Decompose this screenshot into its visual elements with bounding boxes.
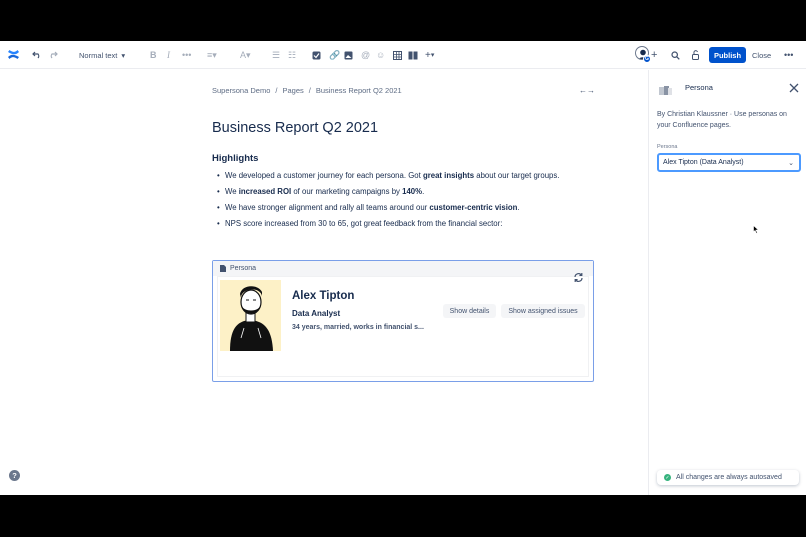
invite-plus-icon[interactable]: + (651, 47, 657, 63)
image-icon[interactable] (344, 47, 353, 63)
panel-title: Persona (685, 83, 713, 92)
persona-select-value: Alex Tipton (Data Analyst) (663, 159, 744, 166)
close-button[interactable]: Close (752, 47, 771, 63)
list-item[interactable]: We developed a customer journey for each… (217, 170, 559, 186)
breadcrumb-pages[interactable]: Pages (282, 86, 303, 95)
numbered-list-icon[interactable]: ☷ (288, 47, 296, 63)
document-icon (220, 265, 226, 272)
redo-icon[interactable] (48, 47, 58, 63)
list-item-text: NPS score increased from 30 to 65, got g… (225, 219, 503, 228)
chevron-down-icon: ▾ (121, 50, 126, 60)
chevron-down-icon: ⌄ (788, 160, 794, 167)
italic-icon[interactable]: I (167, 47, 170, 63)
undo-icon[interactable] (32, 47, 42, 63)
breadcrumb-separator: / (308, 86, 311, 95)
mouse-cursor-icon (753, 221, 760, 239)
editor-toolbar: Normal text ▾ B I ••• ≡▾ A▾ ☰ ☷ 🔗 @ ☺ + ▾… (0, 41, 806, 69)
text-color-icon[interactable]: A▾ (240, 47, 251, 63)
list-item-text: . (517, 203, 520, 212)
list-item-text: . (422, 187, 425, 196)
list-item-text: about our target groups. (474, 171, 560, 180)
list-item[interactable]: We increased ROI of our marketing campai… (217, 186, 559, 202)
persona-side-panel: Persona By Christian Klaussner · Use per… (648, 70, 806, 495)
highlights-list[interactable]: We developed a customer journey for each… (217, 170, 559, 234)
persona-select[interactable]: Alex Tipton (Data Analyst) ⌄ (657, 153, 801, 172)
emoji-icon[interactable]: ☺ (376, 47, 385, 63)
avatar-badge: G (643, 55, 651, 63)
list-item-bold: customer-centric vision (429, 203, 518, 212)
layouts-icon[interactable] (408, 47, 418, 63)
persona-field-label: Persona (657, 144, 678, 150)
panel-description: By Christian Klaussner · Use personas on… (657, 111, 787, 129)
list-item[interactable]: We have stronger alignment and rally all… (217, 202, 559, 218)
list-item-text: of our marketing campaigns by (291, 187, 403, 196)
bold-icon[interactable]: B (150, 47, 157, 63)
show-details-button[interactable]: Show details (443, 304, 496, 318)
autosave-status: ✓ All changes are always autosaved (657, 470, 799, 485)
macro-header: Persona (213, 261, 593, 276)
show-assigned-issues-button[interactable]: Show assigned issues (501, 304, 585, 318)
publish-button[interactable]: Publish (709, 47, 746, 63)
bullet-list-icon[interactable]: ☰ (272, 47, 280, 63)
breadcrumb-separator: / (275, 86, 278, 95)
section-heading[interactable]: Highlights (212, 153, 258, 164)
persona-portrait (220, 280, 281, 351)
list-item-bold: increased ROI (238, 187, 292, 196)
refresh-icon[interactable] (573, 270, 584, 282)
check-circle-icon: ✓ (664, 474, 671, 481)
persona-app-icon (659, 83, 673, 95)
breadcrumb: Supersona Demo / Pages / Business Report… (212, 86, 402, 95)
list-item-text: We developed a customer journey for each… (225, 171, 423, 180)
more-options-icon[interactable]: ••• (784, 47, 793, 63)
confluence-logo-icon[interactable] (7, 48, 20, 61)
restrictions-lock-icon[interactable] (690, 47, 700, 63)
breadcrumb-space[interactable]: Supersona Demo (212, 86, 270, 95)
list-item-text: We have stronger alignment and rally all… (225, 203, 430, 212)
search-icon[interactable] (671, 47, 680, 63)
list-item-bold: 140% (402, 187, 423, 196)
app-window: Normal text ▾ B I ••• ≡▾ A▾ ☰ ☷ 🔗 @ ☺ + ▾… (0, 41, 806, 495)
list-item[interactable]: NPS score increased from 30 to 65, got g… (217, 218, 559, 234)
macro-label: Persona (230, 265, 257, 272)
list-item-text: We (225, 187, 239, 196)
more-formatting-icon[interactable]: ••• (182, 47, 191, 63)
text-style-label: Normal text (79, 50, 118, 60)
link-icon[interactable]: 🔗 (329, 47, 340, 63)
insert-plus-icon[interactable]: + ▾ (425, 47, 434, 63)
table-icon[interactable] (393, 47, 402, 63)
full-width-toggle-icon[interactable]: ←→ (579, 86, 595, 95)
text-style-dropdown[interactable]: Normal text ▾ (79, 47, 125, 63)
persona-role: Data Analyst (292, 309, 341, 318)
task-icon[interactable] (312, 47, 321, 63)
help-icon[interactable]: ? (9, 470, 20, 481)
align-icon[interactable]: ≡▾ (207, 47, 217, 63)
autosave-text: All changes are always autosaved (676, 474, 782, 481)
breadcrumb-current[interactable]: Business Report Q2 2021 (316, 86, 402, 95)
page-title[interactable]: Business Report Q2 2021 (212, 120, 378, 136)
list-item-bold: great insights (422, 171, 475, 180)
mention-icon[interactable]: @ (361, 47, 370, 63)
persona-name: Alex Tipton (292, 290, 355, 302)
persona-description: 34 years, married, works in financial s.… (292, 324, 424, 331)
close-icon[interactable] (789, 80, 799, 93)
